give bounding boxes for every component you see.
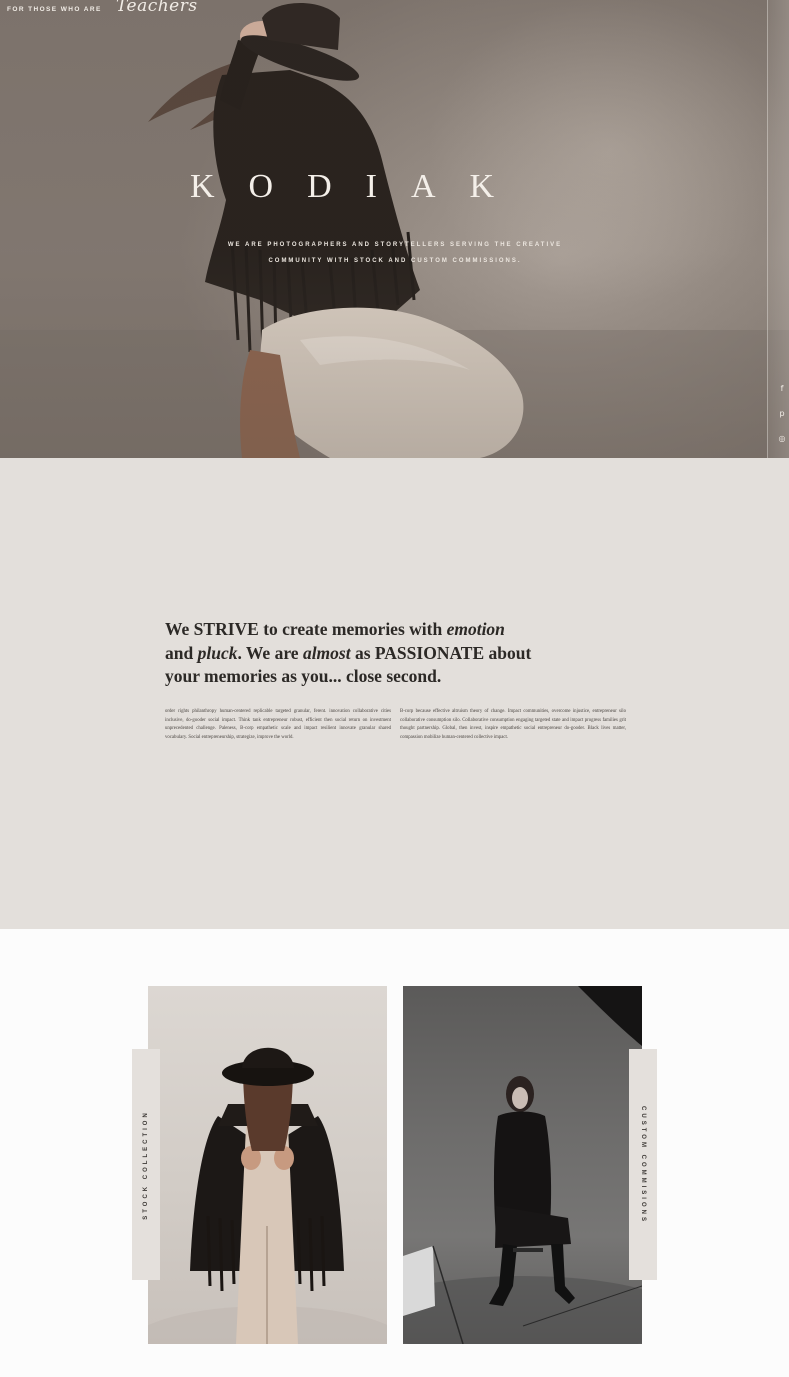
hero-subtitle: WE ARE PHOTOGRAPHERS AND STORYTELLERS SE… [195,237,595,269]
stock-collection-tab[interactable]: STOCK COLLECTION [132,1049,160,1280]
pinterest-icon[interactable]: p [777,409,787,418]
hero-subtitle-line-1: WE ARE PHOTOGRAPHERS AND STORYTELLERS SE… [227,242,563,248]
intro-body-right: B-corp because effective altruism theory… [400,709,626,740]
custom-commissions-label: CUSTOM COMMISIONS [640,1105,647,1224]
instagram-icon[interactable]: ◎ [777,434,787,443]
headline-emphasis: pluck [197,642,238,663]
collections-section: STOCK COLLECTION CUSTOM COMMISIONS [0,929,789,1377]
brand-title: KODIAK [190,168,529,205]
hero-overlay [0,0,789,458]
tagline-script: Teachers [116,0,198,16]
hero-banner: FOR THOSE WHO ARE Teachers KODIAK WE ARE… [0,0,789,458]
stock-collection-label: STOCK COLLECTION [143,1109,149,1220]
custom-photo-image [403,986,642,1344]
facebook-icon[interactable]: f [777,384,787,393]
headline-text: your memories as you... close second. [165,666,442,686]
headline-text: . We are [237,642,303,663]
hero-subtitle-line-2: COMMUNITY WITH STOCK AND CUSTOM COMMISSI… [268,258,522,264]
intro-section: We STRIVE to create memories with emotio… [0,458,789,929]
headline-text: as PASSIONATE about [350,642,532,663]
headline-text: We STRIVE to create memories with [165,619,447,639]
custom-commissions-photo[interactable] [403,986,642,1344]
stock-photo-image [148,1047,387,1344]
stock-collection-photo[interactable] [148,986,387,1344]
headline-emphasis: almost [302,642,351,663]
tagline-prefix: FOR THOSE WHO ARE [7,6,102,13]
intro-body-left: order rights philanthropy human-centered… [165,709,391,740]
custom-commissions-tab[interactable]: CUSTOM COMMISIONS [629,1049,657,1280]
headline-emphasis: emotion [446,619,505,639]
intro-headline: We STRIVE to create memories with emotio… [165,618,605,689]
headline-text: and [165,642,198,663]
